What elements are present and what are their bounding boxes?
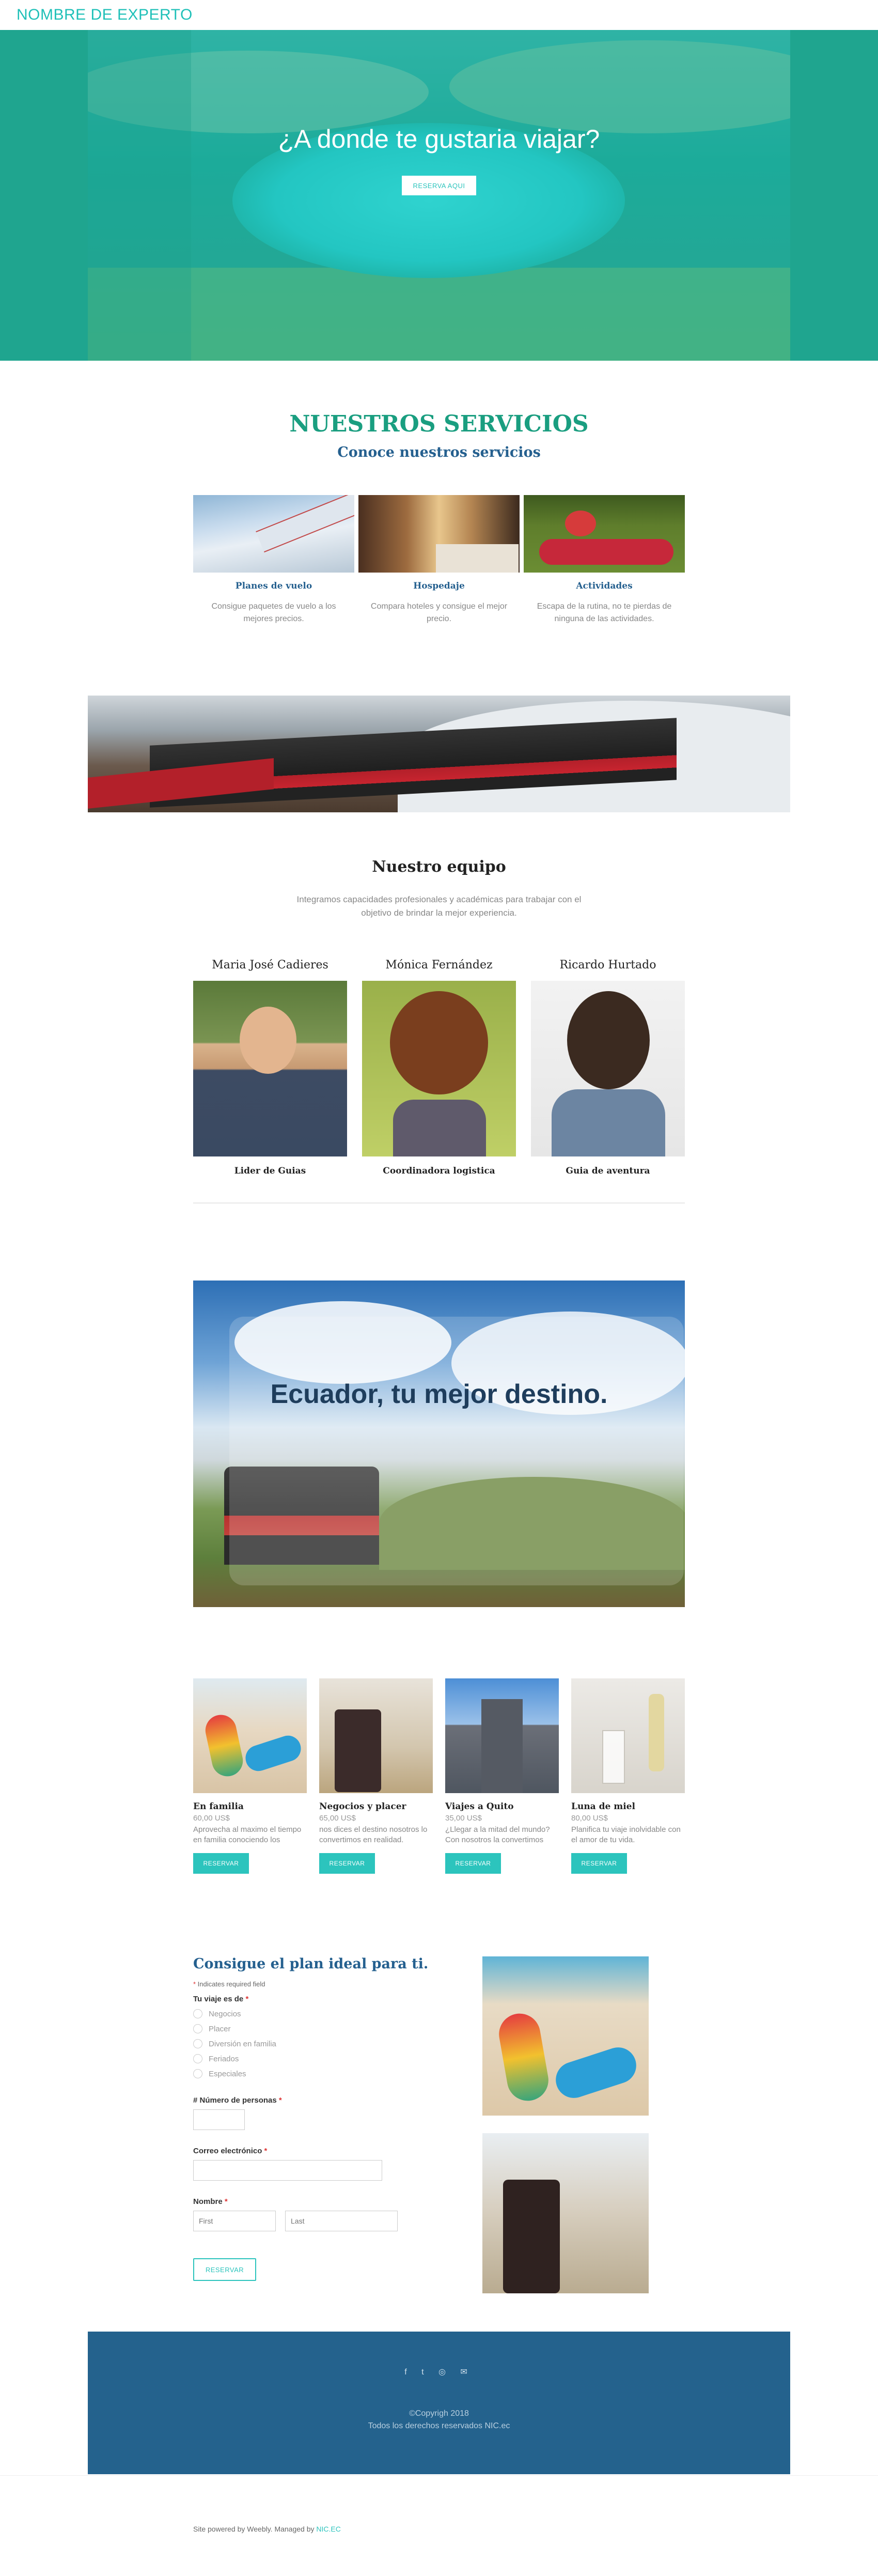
team-description: Integramos capacidades profesionales y a… [296, 894, 582, 918]
tour-title: En familia [193, 1801, 244, 1812]
radio-option[interactable]: Diversión en familia [193, 2039, 276, 2048]
services-title: NUESTROS SERVICIOS [289, 411, 589, 437]
tour-price: 35,00 US$ [445, 1814, 482, 1823]
reserve-button[interactable]: RESERVAR [445, 1853, 501, 1874]
service-image-flights [193, 495, 354, 573]
hero-lake-photo [88, 30, 790, 361]
first-name-input[interactable] [193, 2211, 276, 2231]
footer: f t ◎ ✉ ©Copyrigh 2018 Todos los derecho… [88, 2332, 790, 2474]
tour-price: 60,00 US$ [193, 1814, 230, 1823]
member-role: Coordinadora logistica [383, 1166, 495, 1176]
beach-sandals-photo [482, 1956, 649, 2116]
tour-desc: Planifica tu viaje inolvidable con el am… [571, 1825, 681, 1844]
tour-title: Viajes a Quito [445, 1801, 514, 1812]
trip-type-label: Tu viaje es de * [193, 1995, 249, 2003]
tour-desc: ¿Llegar a la mitad del mundo? Con nosotr… [445, 1825, 550, 1844]
team-member: Mónica Fernández Coordinadora logistica [362, 959, 516, 1176]
tour-desc: nos dices el destino nosotros lo convert… [319, 1825, 428, 1844]
social-icons[interactable]: f t ◎ ✉ [88, 2367, 790, 2377]
train-banner-image [88, 696, 790, 812]
reserve-button[interactable]: RESERVAR [319, 1853, 375, 1874]
hero-heading: ¿A donde te gustaria viajar? [278, 125, 600, 153]
radio-button[interactable] [193, 2069, 202, 2078]
service-name: Hospedaje [413, 581, 465, 591]
reserve-button[interactable]: RESERVAR [193, 1853, 249, 1874]
suitcase-photo [482, 2133, 649, 2293]
reserve-button[interactable]: RESERVAR [571, 1853, 627, 1874]
tour-price: 65,00 US$ [319, 1814, 356, 1823]
form-title: Consigue el plan ideal para ti. [193, 1956, 429, 1972]
member-role: Lider de Guias [234, 1166, 306, 1176]
rights-text: Todos los derechos reservados NIC.ec [368, 2421, 510, 2430]
last-name-input[interactable] [285, 2211, 398, 2231]
service-desc: Escapa de la rutina, no te pierdas de ni… [537, 602, 672, 623]
member-name: Ricardo Hurtado [559, 959, 656, 971]
member-role: Guia de aventura [566, 1166, 650, 1176]
radio-button[interactable] [193, 2054, 202, 2063]
managed-by-link[interactable]: NIC.EC [316, 2525, 340, 2533]
member-photo [193, 981, 347, 1156]
radio-button[interactable] [193, 2039, 202, 2048]
ecuador-feature-image [193, 1281, 685, 1607]
site-title[interactable]: NOMBRE DE EXPERTO [17, 6, 193, 24]
tour-title: Luna de miel [571, 1801, 635, 1812]
radio-button[interactable] [193, 2024, 202, 2033]
section-divider [193, 1202, 685, 1204]
tour-image [319, 1678, 433, 1793]
top-bar: NOMBRE DE EXPERTO [0, 0, 878, 30]
radio-button[interactable] [193, 2009, 202, 2018]
tour-image [445, 1678, 559, 1793]
service-image-lodging [358, 495, 520, 573]
submit-reserve-button[interactable]: RESERVAR [193, 2258, 256, 2281]
tour-card: En familia 60,00 US$ Aprovecha al maximo… [193, 1678, 307, 1874]
tour-title: Negocios y placer [319, 1801, 406, 1812]
tour-desc: Aprovecha al maximo el tiempo en familia… [193, 1825, 302, 1844]
service-name: Planes de vuelo [235, 581, 312, 591]
member-photo [531, 981, 685, 1156]
service-name: Actividades [576, 581, 633, 591]
tour-price: 80,00 US$ [571, 1814, 608, 1823]
services-subtitle: Conoce nuestros servicios [337, 444, 541, 460]
copyright-text: ©Copyrigh 2018 [409, 2409, 469, 2418]
tour-image [193, 1678, 307, 1793]
tour-card: Luna de miel 80,00 US$ Planifica tu viaj… [571, 1678, 685, 1874]
team-member: Ricardo Hurtado Guia de aventura [531, 959, 685, 1176]
email-label: Correo electrónico * [193, 2147, 268, 2155]
radio-option[interactable]: Especiales [193, 2069, 246, 2078]
member-photo [362, 981, 516, 1156]
required-note: * Indicates required field [193, 1980, 265, 1988]
service-card-activities: Actividades Escapa de la rutina, no te p… [524, 495, 685, 625]
radio-option[interactable]: Feriados [193, 2054, 239, 2063]
team-member: Maria José Cadieres Lider de Guias [193, 959, 347, 1176]
footer-divider [0, 2475, 878, 2476]
reserve-here-button[interactable]: RESERVA AQUI [402, 176, 476, 195]
service-image-activities [524, 495, 685, 573]
email-input[interactable] [193, 2160, 382, 2181]
tour-card: Viajes a Quito 35,00 US$ ¿Llegar a la mi… [445, 1678, 559, 1874]
feature-heading: Ecuador, tu mejor destino. [270, 1379, 608, 1409]
radio-option[interactable]: Negocios [193, 2009, 241, 2018]
member-name: Mónica Fernández [385, 959, 493, 971]
tour-image [571, 1678, 685, 1793]
member-name: Maria José Cadieres [212, 959, 328, 971]
service-card-flights: Planes de vuelo Consigue paquetes de vue… [193, 495, 354, 625]
persons-label: # Número de personas * [193, 2096, 282, 2105]
hero-section [0, 30, 878, 361]
powered-by: Site powered by Weebly. Managed by NIC.E… [193, 2525, 341, 2533]
name-label: Nombre * [193, 2197, 228, 2206]
tour-card: Negocios y placer 65,00 US$ nos dices el… [319, 1678, 433, 1874]
service-card-lodging: Hospedaje Compara hoteles y consigue el … [358, 495, 520, 625]
radio-option[interactable]: Placer [193, 2024, 231, 2033]
service-desc: Compara hoteles y consigue el mejor prec… [370, 602, 508, 623]
team-title: Nuestro equipo [372, 858, 506, 876]
persons-input[interactable] [193, 2109, 245, 2130]
service-desc: Consigue paquetes de vuelo a los mejores… [211, 602, 336, 623]
